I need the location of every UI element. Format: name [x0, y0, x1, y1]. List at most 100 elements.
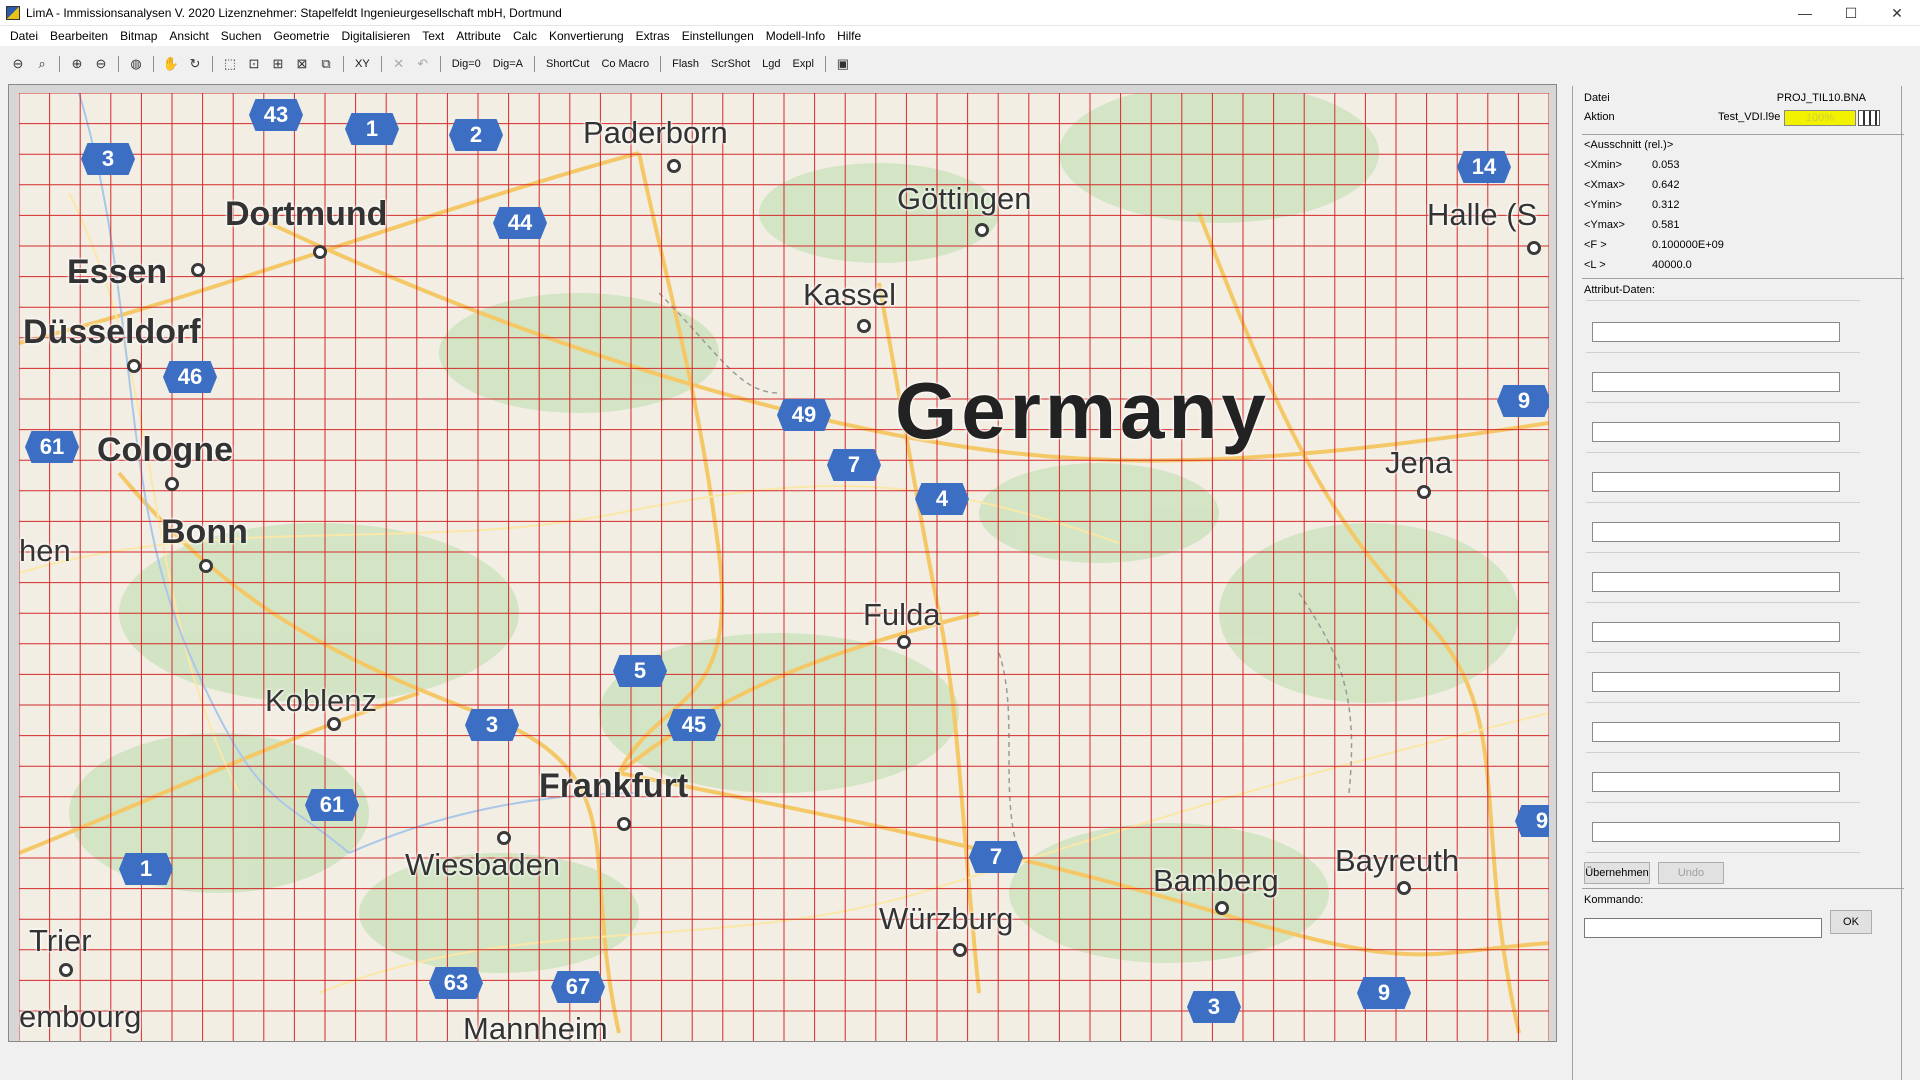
menu-hilfe[interactable]: Hilfe [831, 26, 867, 46]
param-value: 40000.0 [1652, 259, 1692, 271]
side-panel: Datei PROJ_TIL10.BNA Aktion Test_VDI.l9e… [1562, 84, 1920, 1080]
attribute-field[interactable] [1592, 522, 1840, 542]
city-label: Cologne [97, 431, 233, 469]
city-marker [1397, 881, 1411, 895]
maximize-button[interactable]: ☐ [1828, 0, 1874, 26]
field-divider [1586, 702, 1860, 703]
toolbar-separator [660, 56, 662, 72]
param-value: 0.100000E+09 [1652, 239, 1724, 251]
country-label: Germany [895, 366, 1270, 455]
minimize-button[interactable]: — [1782, 0, 1828, 26]
attribute-field[interactable] [1592, 372, 1840, 392]
menu-bitmap[interactable]: Bitmap [114, 26, 163, 46]
attribute-field[interactable] [1592, 772, 1840, 792]
select-move-icon[interactable]: ⊠ [290, 53, 314, 75]
city-label: embourg [19, 999, 142, 1034]
highway-shield: 67 [551, 971, 605, 1003]
menu-extras[interactable]: Extras [630, 26, 676, 46]
menu-datei[interactable]: Datei [4, 26, 44, 46]
attribute-field[interactable] [1592, 322, 1840, 342]
field-divider [1586, 602, 1860, 603]
highway-shield: 4 [915, 483, 969, 515]
datei-label: Datei [1584, 92, 1610, 104]
undo-button[interactable]: Undo [1658, 862, 1724, 884]
menu-geometrie[interactable]: Geometrie [267, 26, 335, 46]
toolbar-separator [380, 56, 382, 72]
globe-icon[interactable]: ◍ [124, 53, 148, 75]
kommando-input[interactable] [1584, 918, 1822, 938]
uebernehmen-button[interactable]: Übernehmen [1584, 862, 1650, 884]
menu-text[interactable]: Text [416, 26, 450, 46]
attribute-field[interactable] [1592, 822, 1840, 842]
comacro-button[interactable]: Co Macro [595, 53, 655, 75]
select-multi-icon[interactable]: ⧉ [314, 53, 338, 75]
toolbar-separator [824, 56, 826, 72]
save-icon[interactable]: ▣ [831, 53, 855, 75]
select-search-icon[interactable]: ⊞ [266, 53, 290, 75]
city-label: Dortmund [225, 195, 388, 233]
close-button[interactable]: ✕ [1874, 0, 1920, 26]
param-key: <F > [1584, 239, 1607, 251]
param-key: <Xmax> [1584, 179, 1625, 191]
zoom-extent-icon[interactable]: ⌕ [30, 53, 54, 75]
menu-einstellungen[interactable]: Einstellungen [676, 26, 760, 46]
menu-bearbeiten[interactable]: Bearbeiten [44, 26, 114, 46]
menu-suchen[interactable]: Suchen [215, 26, 268, 46]
attribute-field[interactable] [1592, 422, 1840, 442]
city-marker [59, 963, 73, 977]
highway-shield: 3 [1187, 991, 1241, 1023]
app-window: LimA - Immissionsanalysen V. 2020 Lizenz… [0, 0, 1920, 1080]
ausschnitt-title: <Ausschnitt (rel.)> [1584, 139, 1674, 151]
pan-hand-icon[interactable]: ✋ [159, 53, 183, 75]
lgd-button[interactable]: Lgd [756, 53, 786, 75]
city-marker [313, 245, 327, 259]
shortcut-button[interactable]: ShortCut [540, 53, 595, 75]
attribute-field[interactable] [1592, 572, 1840, 592]
highway-shield: 1 [119, 853, 173, 885]
undo-icon[interactable]: ↶ [411, 53, 435, 75]
zoom-in-icon[interactable]: ⊕ [65, 53, 89, 75]
refresh-icon[interactable]: ↻ [183, 53, 207, 75]
param-value: 0.642 [1652, 179, 1680, 191]
attribute-field[interactable] [1592, 472, 1840, 492]
menu-ansicht[interactable]: Ansicht [163, 26, 214, 46]
delete-icon[interactable]: ✕ [387, 53, 411, 75]
highway-shield: 3 [81, 143, 135, 175]
diga-button[interactable]: Dig=A [487, 53, 529, 75]
scrshot-button[interactable]: ScrShot [705, 53, 756, 75]
menu-calc[interactable]: Calc [507, 26, 543, 46]
city-label: Frankfurt [539, 767, 689, 805]
xy-button[interactable]: XY [349, 53, 376, 75]
city-label: Koblenz [265, 683, 378, 718]
attribute-field[interactable] [1592, 722, 1840, 742]
kommando-label: Kommando: [1584, 894, 1644, 906]
menu-bar: Datei Bearbeiten Bitmap Ansicht Suchen G… [0, 26, 1920, 46]
title-bar: LimA - Immissionsanalysen V. 2020 Lizenz… [0, 0, 1920, 26]
attribute-field[interactable] [1592, 672, 1840, 692]
expl-button[interactable]: Expl [787, 53, 820, 75]
select-pointer-icon[interactable]: ⬚ [218, 53, 242, 75]
flash-button[interactable]: Flash [666, 53, 705, 75]
zoom-out-icon[interactable]: ⊖ [6, 53, 30, 75]
highway-shield: 46 [163, 361, 217, 393]
app-icon [6, 5, 20, 20]
param-key: <Ymin> [1584, 199, 1622, 211]
attribute-field[interactable] [1592, 622, 1840, 642]
menu-digitalisieren[interactable]: Digitalisieren [336, 26, 417, 46]
highway-shield: 63 [429, 967, 483, 999]
ok-button[interactable]: OK [1830, 910, 1872, 934]
divider [1582, 278, 1904, 279]
highway-shield: 14 [1457, 151, 1511, 183]
select-point-icon[interactable]: ⊡ [242, 53, 266, 75]
toolbar-separator [118, 56, 119, 72]
toolbar-separator [212, 56, 213, 72]
map-canvas[interactable]: Germany Paderborn Dortmund Essen Götting… [19, 93, 1549, 1041]
city-label: Mannheim [463, 1011, 608, 1041]
menu-modell-info[interactable]: Modell-Info [760, 26, 831, 46]
zoom-minus-icon[interactable]: ⊖ [89, 53, 113, 75]
dig0-button[interactable]: Dig=0 [446, 53, 487, 75]
highway-shield: 43 [249, 99, 303, 131]
aktion-label: Aktion [1584, 111, 1615, 123]
menu-attribute[interactable]: Attribute [450, 26, 507, 46]
menu-konvertierung[interactable]: Konvertierung [543, 26, 630, 46]
